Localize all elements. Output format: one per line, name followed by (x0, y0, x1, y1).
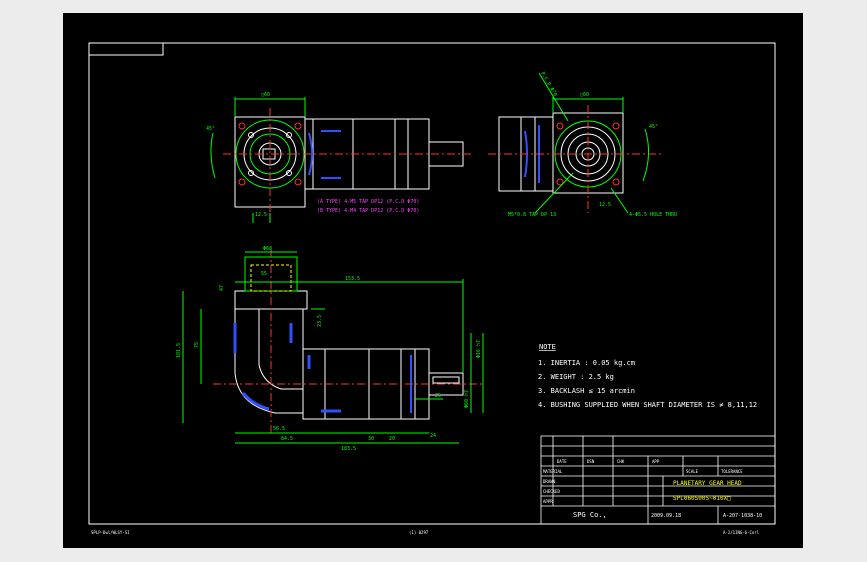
dim-top-right-angle: 45° (649, 124, 658, 130)
note-hole-right: 4-Φ5.5 HOLE THRU (629, 212, 677, 218)
note-title: NOTE (539, 343, 556, 351)
dim-sub-2: 55 (261, 271, 267, 277)
tap-note-a: (A TYPE) 4-M5 TAP DP12 (P.C.D Φ70) (317, 199, 419, 205)
dim-overall-length: 153.5 (345, 276, 360, 282)
tb-drawn-label: DRAWN (543, 479, 556, 484)
dim-top-right-pcd: P.C.D Φ70 (539, 71, 558, 97)
dim-bottom-2: 84.5 (281, 436, 293, 442)
status-right: A-2/1ING-6-Corl (723, 530, 760, 535)
drawing-canvas: □60 45° 12.5 (A TYPE) 4-M5 TAP DP12 (P.C… (88, 42, 776, 535)
dim-height-partial: 75 (194, 342, 200, 348)
note-tap-right: M5*0.8 TAP DP 13 (508, 212, 556, 218)
tb-app-label: APP (652, 459, 660, 464)
dim-shaft-1: Φ60 h7 (464, 390, 470, 408)
top-right-view: □60 45° P.C.D Φ70 12.5 M5*0.8 TAP DP 13 … (488, 71, 677, 218)
dim-top-small: Φ60 (263, 246, 272, 252)
tb-title-2: SPL060S005~010X□ (673, 495, 731, 502)
main-side-view: 153.5 181.5 75 Φ60 47 55 23.5 56.5 84.5 … (176, 246, 484, 452)
tb-title-1: PLANETARY GEAR HEAD (673, 480, 742, 487)
dim-bottom-5: 183.5 (341, 446, 356, 452)
dim-top-left-60: □60 (261, 92, 270, 98)
dim-top-left-angle: 45° (206, 126, 215, 132)
dim-bottom-1: 56.5 (273, 426, 285, 432)
note-item-3: 3. BACKLASH ≤ 15 arcmin (538, 387, 635, 395)
tb-checked-label: CHECKED (543, 489, 560, 494)
tb-scale-label: SCALE (686, 469, 699, 474)
dim-right-2: 24 (430, 433, 436, 439)
dim-top-left-bottom: 12.5 (255, 212, 267, 218)
tb-company: SPG Co., (573, 511, 607, 519)
note-item-4: 4. BUSHING SUPPLIED WHEN SHAFT DIAMETER … (538, 401, 757, 409)
dim-key: 23.5 (317, 315, 323, 327)
status-left: SPLP-Dwl/WLSY-SI (91, 530, 130, 535)
note-item-1: 1. INERTIA : 0.05 kg.cm (538, 359, 635, 367)
dim-sub-1: 47 (219, 285, 225, 291)
tb-material-label: MATERIAL (543, 469, 563, 474)
tb-tolerance-label: TOLERANCE (721, 469, 743, 474)
tb-date-label: DATE (557, 459, 567, 464)
status-mid: (1) 0297 (409, 530, 429, 535)
note-item-2: 2. WEIGHT : 2.5 kg (538, 373, 614, 381)
tb-dsn-label: DSN (587, 459, 595, 464)
dim-height-total: 181.5 (176, 343, 182, 358)
dim-right-1: 25 (435, 393, 441, 399)
tb-drawing-no: A-207-1038-10 (723, 513, 762, 519)
dim-bottom-4: 20 (389, 436, 395, 442)
sheet-label-box (88, 42, 164, 56)
notes-block: NOTE 1. INERTIA : 0.05 kg.cm 2. WEIGHT :… (538, 343, 757, 409)
title-block-text: DATE DSN CHK APP MATERIAL SCALE TOLERANC… (543, 459, 762, 519)
dim-shaft-2: Φ16 h7 (476, 340, 482, 358)
tap-note-b: (B TYPE) 4-M4 TAP DP12 (P.C.D Φ70) (317, 208, 419, 214)
top-left-view: □60 45° 12.5 (A TYPE) 4-M5 TAP DP12 (P.C… (206, 92, 473, 223)
tb-chk-label: CHK (617, 459, 625, 464)
cad-viewport[interactable]: □60 45° 12.5 (A TYPE) 4-M5 TAP DP12 (P.C… (63, 13, 803, 548)
sheet-border (88, 42, 776, 525)
dim-top-right-bottom: 12.5 (599, 202, 611, 208)
dim-bottom-3: 30 (368, 436, 374, 442)
tb-approved-label: APPR (543, 499, 553, 504)
tb-date: 2009.09.18 (651, 513, 681, 519)
dim-top-right-60: □60 (580, 92, 589, 98)
